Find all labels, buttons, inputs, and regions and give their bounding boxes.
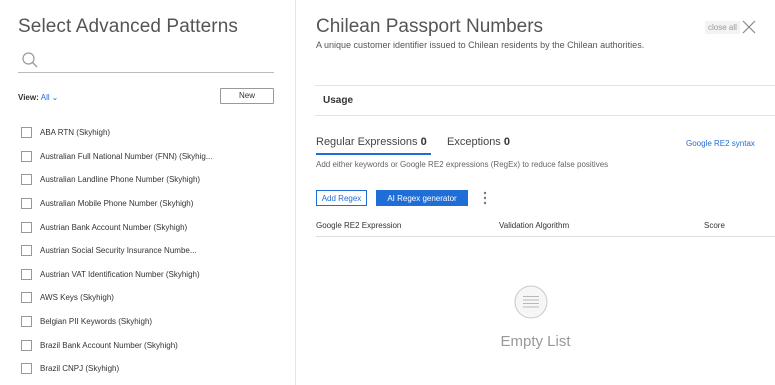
pattern-list-item[interactable]: Austrian VAT Identification Number (Skyh… <box>21 263 291 287</box>
tab-label: Regular Expressions <box>316 136 418 148</box>
tab-count: 0 <box>420 136 427 148</box>
pattern-list-item[interactable]: Belgian PII Keywords (Skyhigh) <box>21 310 291 334</box>
pattern-list: ABA RTN (Skyhigh) Australian Full Nationa… <box>21 121 291 381</box>
pattern-label: Australian Mobile Phone Number (Skyhigh) <box>40 199 194 209</box>
pattern-checkbox[interactable] <box>21 339 32 351</box>
usage-section[interactable]: Usage <box>315 85 775 116</box>
pattern-list-item[interactable]: Brazil CNPJ (Skyhigh) <box>21 357 291 381</box>
pattern-list-item[interactable]: AWS Keys (Skyhigh) <box>21 286 291 310</box>
pattern-label: Austrian VAT Identification Number (Skyh… <box>40 269 200 279</box>
column-header-score[interactable]: Score <box>704 221 725 230</box>
pattern-checkbox[interactable] <box>21 127 32 139</box>
view-filter: View: All ⌄ <box>18 93 58 102</box>
pattern-list-item[interactable]: Australian Full National Number (FNN) (S… <box>21 145 291 169</box>
pattern-selector-panel: Select Advanced Patterns View: All ⌄ New A… <box>0 0 296 385</box>
chevron-down-icon[interactable]: ⌄ <box>52 93 59 102</box>
pattern-checkbox[interactable] <box>21 316 32 328</box>
add-regex-button[interactable]: Add Regex <box>316 190 367 206</box>
pattern-description: A unique customer identifier issued to C… <box>316 40 645 50</box>
view-label: View: <box>18 93 39 102</box>
pattern-checkbox[interactable] <box>21 292 32 304</box>
more-options-icon[interactable] <box>482 191 488 205</box>
tab-label: Exceptions <box>447 136 501 148</box>
pattern-title: Chilean Passport Numbers <box>316 16 544 37</box>
google-re2-syntax-link[interactable]: Google RE2 syntax <box>686 139 755 148</box>
pattern-checkbox[interactable] <box>21 221 32 233</box>
column-header-algorithm[interactable]: Validation Algorithm <box>499 221 569 230</box>
pattern-list-item[interactable]: Australian Mobile Phone Number (Skyhigh) <box>21 192 291 216</box>
search-field[interactable] <box>18 50 274 73</box>
search-icon <box>22 52 38 68</box>
panel-title: Select Advanced Patterns <box>18 16 238 37</box>
usage-label: Usage <box>323 95 354 106</box>
pattern-list-item[interactable]: Austrian Bank Account Number (Skyhigh) <box>21 215 291 239</box>
view-filter-dropdown[interactable]: All <box>41 93 50 102</box>
pattern-label: Australian Landline Phone Number (Skyhig… <box>40 175 201 185</box>
pattern-checkbox[interactable] <box>21 150 32 162</box>
pattern-label: Australian Full National Number (FNN) (S… <box>40 151 213 161</box>
pattern-label: Austrian Bank Account Number (Skyhigh) <box>40 222 188 232</box>
pattern-checkbox[interactable] <box>21 268 32 280</box>
close-icon[interactable] <box>741 19 757 35</box>
pattern-label: Austrian Social Security Insurance Numbe… <box>40 246 197 256</box>
pattern-list-item[interactable]: Australian Landline Phone Number (Skyhig… <box>21 168 291 192</box>
pattern-label: Brazil Bank Account Number (Skyhigh) <box>40 340 178 350</box>
pattern-label: ABA RTN (Skyhigh) <box>40 128 111 138</box>
tab-count: 0 <box>503 136 510 148</box>
pattern-list-item[interactable]: Austrian Social Security Insurance Numbe… <box>21 239 291 263</box>
pattern-label: Brazil CNPJ (Skyhigh) <box>40 364 120 374</box>
new-pattern-button[interactable]: New <box>220 88 274 104</box>
pattern-list-item[interactable]: ABA RTN (Skyhigh) <box>21 121 291 145</box>
pattern-checkbox[interactable] <box>21 174 32 186</box>
empty-list-text: Empty List <box>500 333 571 350</box>
helper-text: Add either keywords or Google RE2 expres… <box>316 160 609 169</box>
pattern-detail-panel: Chilean Passport Numbers A unique custom… <box>296 0 775 385</box>
pattern-label: AWS Keys (Skyhigh) <box>40 293 114 303</box>
pattern-checkbox[interactable] <box>21 363 32 375</box>
tab-exceptions[interactable]: Exceptions 0 <box>447 136 510 148</box>
pattern-list-item[interactable]: Brazil Bank Account Number (Skyhigh) <box>21 333 291 357</box>
empty-list-icon <box>514 285 548 319</box>
pattern-label: Belgian PII Keywords (Skyhigh) <box>40 317 153 327</box>
pattern-checkbox[interactable] <box>21 245 32 257</box>
pattern-checkbox[interactable] <box>21 198 32 210</box>
ai-regex-generator-button[interactable]: AI Regex generator <box>376 190 468 206</box>
close-all-button[interactable]: close all <box>705 21 740 34</box>
table-header: Google RE2 Expression Validation Algorit… <box>316 219 775 237</box>
active-tab-indicator <box>316 153 431 155</box>
tab-regular-expressions[interactable]: Regular Expressions 0 <box>316 136 427 148</box>
search-input[interactable] <box>46 50 274 72</box>
column-header-expression[interactable]: Google RE2 Expression <box>316 221 401 230</box>
